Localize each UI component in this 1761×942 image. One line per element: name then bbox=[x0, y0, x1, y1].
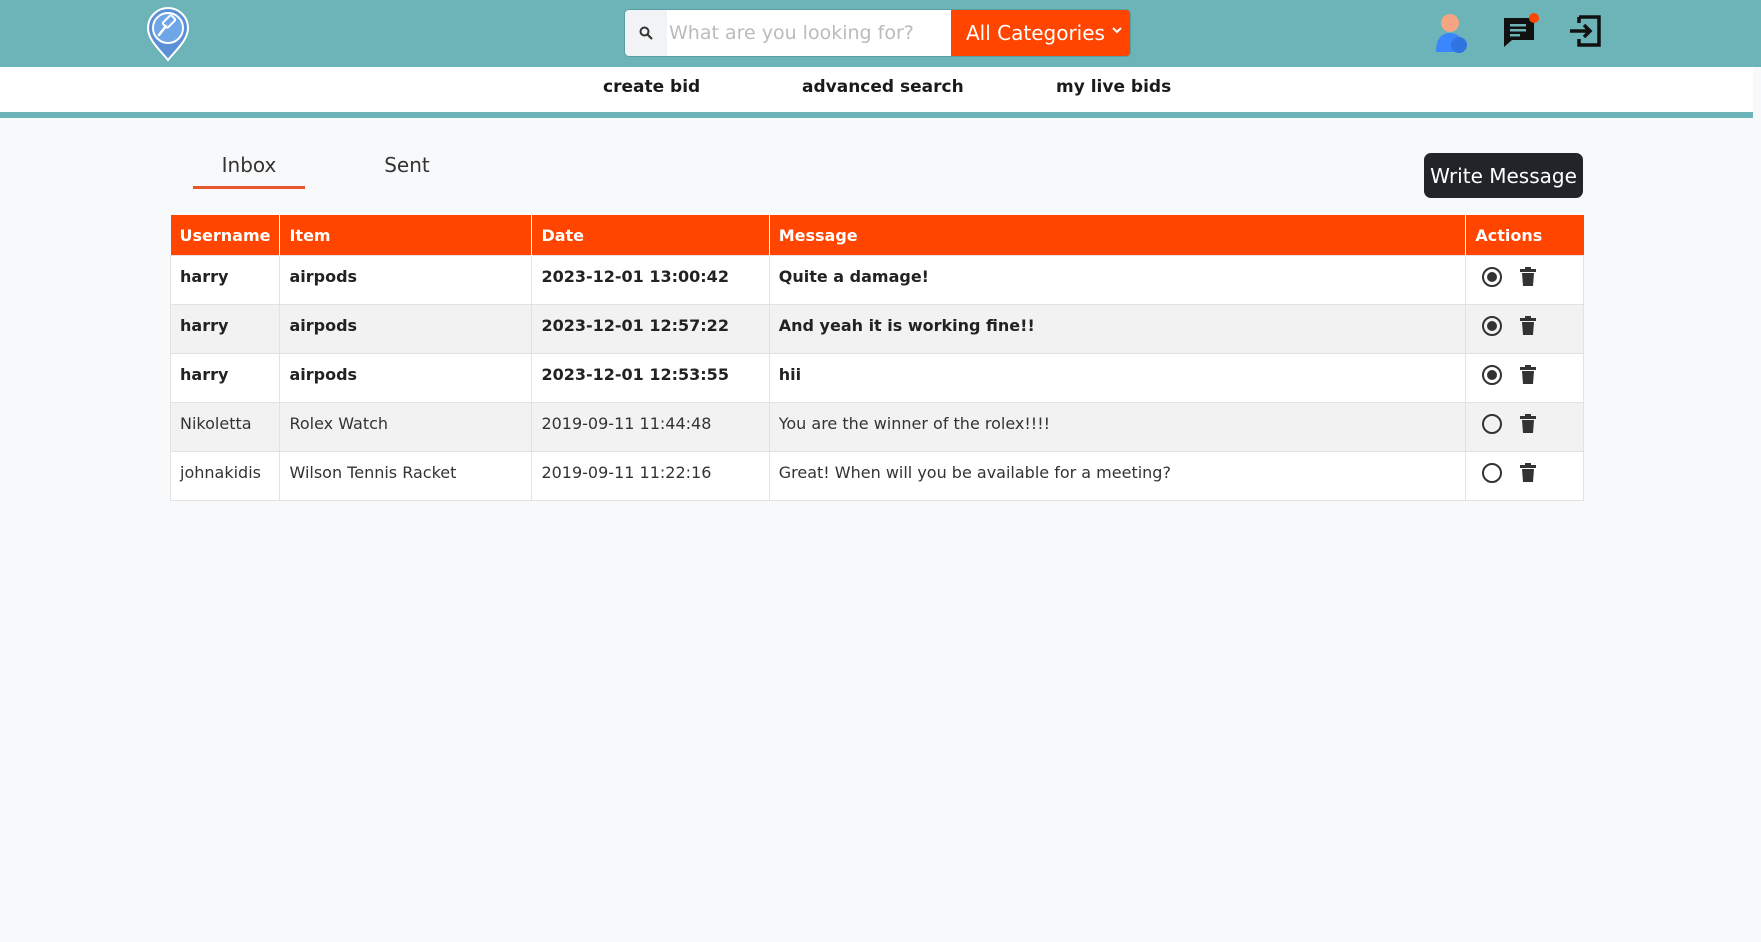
user-icon[interactable] bbox=[1430, 12, 1470, 54]
cell-message: You are the winner of the rolex!!!! bbox=[768, 402, 1467, 452]
messages-table-body: harry airpods 2023-12-01 13:00:42 Quite a d… bbox=[169, 255, 1584, 501]
cell-username: johnakidis bbox=[169, 451, 281, 501]
trash-icon[interactable] bbox=[1519, 414, 1537, 434]
mark-read-radio-icon[interactable] bbox=[1481, 364, 1503, 386]
search-bar: All Categories bbox=[624, 9, 1131, 57]
search-icon bbox=[639, 26, 653, 40]
column-header-actions: Actions bbox=[1465, 215, 1584, 256]
cell-actions bbox=[1465, 304, 1584, 354]
trash-icon[interactable] bbox=[1519, 267, 1537, 287]
cell-actions bbox=[1465, 451, 1584, 501]
column-header-message: Message bbox=[769, 215, 1467, 256]
cell-actions bbox=[1465, 402, 1584, 452]
column-header-username: Username bbox=[170, 215, 281, 256]
cell-date: 2023-12-01 12:53:55 bbox=[531, 353, 770, 403]
tab-inbox[interactable]: Inbox bbox=[193, 153, 305, 189]
nav-create-bid[interactable]: create bid bbox=[603, 77, 700, 97]
cell-item: Rolex Watch bbox=[279, 402, 533, 452]
chevron-down-icon bbox=[1112, 27, 1122, 34]
cell-item: Wilson Tennis Racket bbox=[279, 451, 533, 501]
write-message-button[interactable]: Write Message bbox=[1424, 153, 1583, 198]
mark-read-radio-icon[interactable] bbox=[1481, 266, 1503, 288]
cell-actions bbox=[1465, 255, 1584, 305]
nav-bar: create bid advanced search my live bids bbox=[0, 67, 1753, 118]
cell-item: airpods bbox=[279, 255, 533, 305]
chat-icon[interactable] bbox=[1500, 12, 1540, 52]
trash-icon[interactable] bbox=[1519, 316, 1537, 336]
trash-icon[interactable] bbox=[1519, 463, 1537, 483]
table-row[interactable]: johnakidis Wilson Tennis Racket 2019-09-11… bbox=[169, 451, 1584, 501]
category-select[interactable]: All Categories bbox=[951, 10, 1130, 56]
mark-read-radio-icon[interactable] bbox=[1481, 315, 1503, 337]
table-row[interactable]: harry airpods 2023-12-01 13:00:42 Quite a d… bbox=[169, 255, 1584, 305]
nav-advanced-search[interactable]: advanced search bbox=[802, 77, 964, 97]
logout-icon[interactable] bbox=[1567, 12, 1605, 50]
cell-date: 2023-12-01 13:00:42 bbox=[531, 255, 770, 305]
cell-item: airpods bbox=[279, 353, 533, 403]
cell-message: Great! When will you be available for a … bbox=[768, 451, 1467, 501]
table-row[interactable]: harry airpods 2023-12-01 12:57:22 And yeah … bbox=[169, 304, 1584, 354]
table-row[interactable]: Nikoletta Rolex Watch 2019-09-11 11:44:48 Y… bbox=[169, 402, 1584, 452]
nav-my-live-bids[interactable]: my live bids bbox=[1056, 77, 1171, 97]
table-header-row: Username Item Date Message Actions bbox=[170, 215, 1584, 256]
cell-username: harry bbox=[169, 304, 281, 354]
cell-date: 2019-09-11 11:22:16 bbox=[531, 451, 770, 501]
column-header-item: Item bbox=[279, 215, 533, 256]
notification-badge bbox=[1529, 13, 1539, 23]
cell-username: harry bbox=[169, 353, 281, 403]
cell-username: Nikoletta bbox=[169, 402, 281, 452]
cell-actions bbox=[1465, 353, 1584, 403]
cell-item: airpods bbox=[279, 304, 533, 354]
mark-unread-radio-icon[interactable] bbox=[1481, 462, 1503, 484]
trash-icon[interactable] bbox=[1519, 365, 1537, 385]
column-header-date: Date bbox=[531, 215, 770, 256]
category-select-value: All Categories bbox=[966, 21, 1105, 45]
top-header: All Categories bbox=[0, 0, 1761, 67]
tab-sent[interactable]: Sent bbox=[370, 153, 444, 186]
search-button[interactable] bbox=[625, 10, 667, 56]
cell-message: Quite a damage! bbox=[768, 255, 1467, 305]
table-row[interactable]: harry airpods 2023-12-01 12:53:55 hii bbox=[169, 353, 1584, 403]
cell-message: And yeah it is working fine!! bbox=[768, 304, 1467, 354]
mark-unread-radio-icon[interactable] bbox=[1481, 413, 1503, 435]
gavel-logo-icon[interactable] bbox=[146, 6, 190, 62]
cell-date: 2019-09-11 11:44:48 bbox=[531, 402, 770, 452]
cell-username: harry bbox=[169, 255, 281, 305]
messages-table: Username Item Date Message Actions harry… bbox=[169, 215, 1584, 501]
cell-date: 2023-12-01 12:57:22 bbox=[531, 304, 770, 354]
search-input[interactable] bbox=[667, 10, 951, 56]
cell-message: hii bbox=[768, 353, 1467, 403]
